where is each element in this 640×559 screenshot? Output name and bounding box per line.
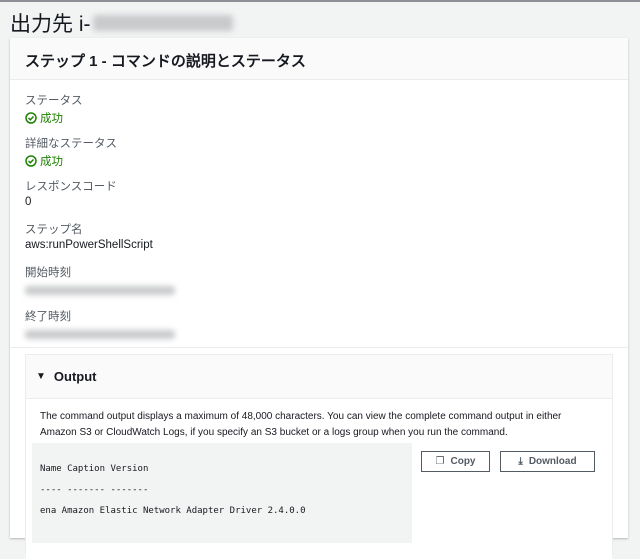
output-toggle[interactable]: ▼ Output [26,355,612,399]
divider [10,347,628,348]
redacted-instance-id [92,15,233,31]
detail-status-label: 詳細なステータス [25,138,117,150]
copy-button[interactable]: ❐ Copy [421,451,490,472]
step-name-label: ステップ名 [25,224,83,236]
output-line: ena Amazon Elastic Network Adapter Drive… [40,506,306,516]
output-description: The command output displays a maximum of… [40,411,562,438]
detail-status-value: 成功 [40,156,63,168]
download-label: Download [528,455,577,467]
output-code-block: Name Caption Version ---- ------- ------… [32,443,412,543]
end-time-field: 終了時刻 [25,308,175,339]
start-time-field: 開始時刻 [25,264,175,295]
output-section: ▼ Output The command output displays a m… [25,354,613,559]
redacted-end-time [25,330,175,339]
download-icon: ⤓ [518,455,523,467]
check-circle-icon [25,112,37,124]
download-button[interactable]: ⤓ Download [500,451,595,472]
status-value: 成功 [40,113,63,125]
step-name-field: ステップ名 aws:runPowerShellScript [25,221,153,251]
response-code-label: レスポンスコード [25,181,117,193]
start-time-label: 開始時刻 [25,267,71,279]
end-time-label: 終了時刻 [25,311,71,323]
output-title: Output [53,369,97,384]
response-code-field: レスポンスコード 0 [25,178,117,208]
copy-icon: ❐ [435,455,445,467]
page-title: 出力先 i- [10,8,233,38]
step-name-value: aws:runPowerShellScript [25,239,153,251]
output-line: ---- ------- ------- [40,485,149,495]
detail-status-field: 詳細なステータス 成功 [25,135,117,169]
panel-title: ステップ 1 - コマンドの説明とステータス [10,38,628,80]
check-circle-icon [25,155,37,167]
copy-label: Copy [450,455,476,467]
caret-down-icon: ▼ [36,371,46,382]
step-panel: ステップ 1 - コマンドの説明とステータス ステータス 成功 詳細なステータス… [10,38,628,559]
status-field: ステータス 成功 [25,92,83,126]
output-line: Name Caption Version [40,464,149,474]
title-prefix: 出力先 i- [10,13,91,36]
redacted-start-time [25,286,175,295]
status-label: ステータス [25,95,83,107]
response-code-value: 0 [25,196,32,208]
